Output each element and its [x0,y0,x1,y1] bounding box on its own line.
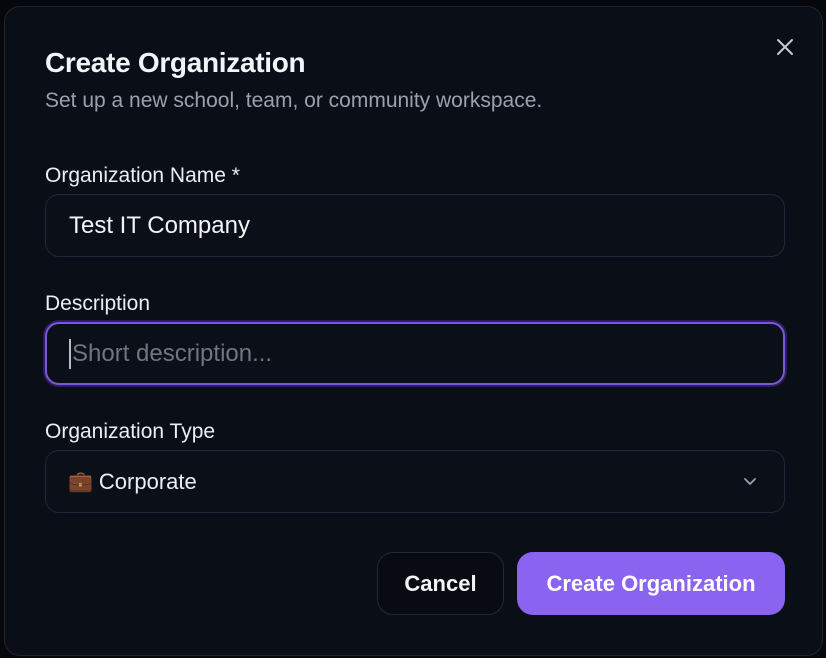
create-organization-button[interactable]: Create Organization [517,552,785,615]
organization-type-value: Corporate [98,468,197,494]
description-placeholder: Short description... [72,339,273,367]
dialog-subtitle: Set up a new school, team, or community … [45,89,543,112]
create-organization-dialog: Create Organization Set up a new school,… [4,6,823,656]
chevron-down-icon [744,478,756,485]
organization-type-select[interactable]: 💼 Corporate [45,450,785,513]
organization-name-label: Organization Name * [45,164,240,187]
organization-type-label: Organization Type [45,420,216,443]
organization-name-input[interactable]: Test IT Company [45,194,785,257]
briefcase-icon: 💼 [68,471,93,493]
text-caret [69,338,71,369]
organization-name-value: Test IT Company [69,211,250,239]
close-button[interactable] [773,35,797,59]
description-input[interactable]: Short description... [45,322,785,385]
close-icon [777,39,793,55]
dialog-title: Create Organization [45,47,306,78]
description-label: Description [45,292,151,315]
cancel-button[interactable]: Cancel [377,552,504,615]
